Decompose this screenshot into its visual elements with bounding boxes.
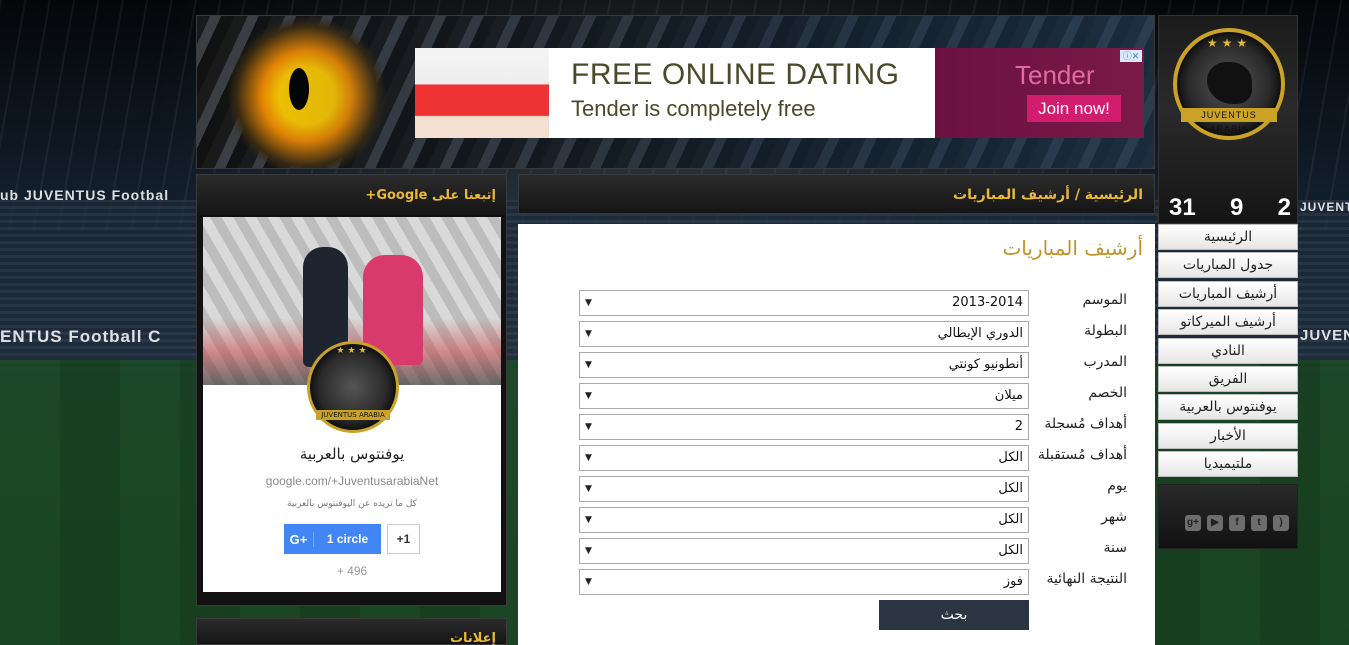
form-row-year: سنة الكل ▼ <box>518 538 1155 564</box>
ad-photo[interactable] <box>415 48 549 138</box>
widget-heading: إتبعنا على Google+ <box>197 175 506 215</box>
menu-item-team[interactable]: الفريق <box>1158 365 1298 392</box>
page-title: أرشيف المباريات <box>1002 236 1143 260</box>
google-plus-icon: G+ <box>284 531 314 547</box>
chevron-down-icon: ▼ <box>585 453 592 463</box>
form-row-coach: المدرب أنطونيو كونتي ▼ <box>518 352 1155 378</box>
form-row-opponent: الخصم ميلان ▼ <box>518 383 1155 409</box>
form-row-day: يوم الكل ▼ <box>518 476 1155 502</box>
form-row-goals-conceded: أهداف مُستقبلة الكل ▼ <box>518 445 1155 471</box>
form-row-season: الموسم 2013-2014 ▼ <box>518 290 1155 316</box>
menu-item-home[interactable]: الرئيسية <box>1158 224 1298 250</box>
menu-item-fixtures[interactable]: جدول المباريات <box>1158 252 1298 279</box>
background-text-left-mid: ENTUS Football C <box>0 327 162 346</box>
logo-text: JUVENTUS ARABIA <box>1181 108 1277 134</box>
background-text-right-mid: JUVENT <box>1300 327 1349 344</box>
facebook-icon[interactable]: f <box>1229 515 1245 531</box>
titles-counter: 31 9 2 <box>1159 194 1297 222</box>
google-plus-widget: إتبعنا على Google+ ★★★ JUVENTUS ARABIA ي… <box>196 174 507 606</box>
opponent-select[interactable]: ميلان ▼ <box>579 383 1029 409</box>
plus-one-button[interactable]: +1 <box>387 524 420 554</box>
form-row-goals-scored: أهداف مُسجلة 2 ▼ <box>518 414 1155 440</box>
menu-item-match-archive[interactable]: أرشيف المباريات <box>1158 280 1298 307</box>
google-plus-card: ★★★ JUVENTUS ARABIA يوفنتوس بالعربية goo… <box>203 217 501 592</box>
competition-select[interactable]: الدوري الإيطالي ▼ <box>579 321 1029 347</box>
chevron-down-icon: ▼ <box>585 329 592 339</box>
page-description: كل ما تريده عن اليوفنتوس بالعربية <box>287 499 417 509</box>
menu-item-mercato-archive[interactable]: أرشيف الميركاتو <box>1158 309 1298 336</box>
coach-select[interactable]: أنطونيو كونتي ▼ <box>579 352 1029 378</box>
chevron-down-icon: ▼ <box>585 577 592 587</box>
youtube-icon[interactable]: ▶ <box>1207 515 1223 531</box>
menu-item-news[interactable]: الأخبار <box>1158 422 1298 449</box>
ad-info-icon[interactable]: ⓘ✕ <box>1120 50 1142 62</box>
zebra-icon <box>1207 62 1252 104</box>
chevron-down-icon: ▼ <box>585 422 592 432</box>
chevron-down-icon: ▼ <box>585 298 592 308</box>
page-url[interactable]: google.com/+JuventusarabiaNet <box>203 474 501 488</box>
ad-brand[interactable]: Tender <box>1015 60 1095 91</box>
form-row-competition: البطولة الدوري الإيطالي ▼ <box>518 321 1155 347</box>
form-row-month: شهر الكل ▼ <box>518 507 1155 533</box>
chevron-down-icon: ▼ <box>585 546 592 556</box>
background-text-right-top: JUVENTUS <box>1300 200 1349 214</box>
chevron-down-icon: ▼ <box>585 360 592 370</box>
search-button[interactable]: بحث <box>879 600 1029 630</box>
brand-column: ★★★ JUVENTUS ARABIA 31 9 2 الرئيسية جدول… <box>1158 15 1298 549</box>
chevron-down-icon: ▼ <box>585 484 592 494</box>
year-select[interactable]: الكل ▼ <box>579 538 1029 564</box>
season-select[interactable]: 2013-2014 ▼ <box>579 290 1029 316</box>
google-plus-icon[interactable]: g+ <box>1185 515 1201 531</box>
background-text-left-top: ub JUVENTUS Footbal <box>0 187 170 203</box>
counter-value: 2 <box>1277 194 1291 221</box>
chevron-down-icon: ▼ <box>585 515 592 525</box>
ad-join-button[interactable]: Join now! <box>1027 95 1121 122</box>
menu-item-multimedia[interactable]: ملتيميديا <box>1158 451 1298 478</box>
follow-circle-button[interactable]: G+ 1 circle <box>284 524 381 554</box>
counter-value: 31 <box>1169 194 1196 221</box>
counter-value: 9 <box>1229 194 1244 221</box>
result-select[interactable]: فوز ▼ <box>579 569 1029 595</box>
header-banner: FREE ONLINE DATING Tender is completely … <box>196 15 1155 169</box>
menu-item-club[interactable]: النادي <box>1158 337 1298 364</box>
advertisement-banner[interactable]: FREE ONLINE DATING Tender is completely … <box>415 48 1144 138</box>
twitter-icon[interactable]: t <box>1251 515 1267 531</box>
rss-icon[interactable]: ) <box>1273 515 1289 531</box>
main-menu: الرئيسية جدول المباريات أرشيف المباريات … <box>1158 224 1298 480</box>
chevron-down-icon: ▼ <box>585 391 592 401</box>
ad-subtitle[interactable]: Tender is completely free <box>571 96 935 122</box>
goals-conceded-select[interactable]: الكل ▼ <box>579 445 1029 471</box>
month-select[interactable]: الكل ▼ <box>579 507 1029 533</box>
avatar[interactable]: ★★★ JUVENTUS ARABIA <box>307 341 399 433</box>
logo-box: ★★★ JUVENTUS ARABIA 31 9 2 <box>1158 15 1298 224</box>
social-links: g+ ▶ f t ) <box>1158 484 1298 549</box>
form-row-result: النتيجة النهائية فوز ▼ <box>518 569 1155 595</box>
ad-title[interactable]: FREE ONLINE DATING <box>571 58 935 92</box>
ads-widget-heading: إعلانات <box>196 618 507 645</box>
follower-count: + 496 <box>336 564 368 578</box>
breadcrumb[interactable]: الرئيسية / أرشيف المباريات <box>518 174 1155 214</box>
menu-item-juventus-arabic[interactable]: يوفنتوس بالعربية <box>1158 394 1298 421</box>
page-name[interactable]: يوفنتوس بالعربية <box>203 445 501 463</box>
match-archive-content: أرشيف المباريات الموسم 2013-2014 ▼ البطول… <box>518 224 1155 645</box>
day-select[interactable]: الكل ▼ <box>579 476 1029 502</box>
goals-scored-select[interactable]: 2 ▼ <box>579 414 1029 440</box>
site-logo[interactable]: ★★★ JUVENTUS ARABIA <box>1173 28 1285 140</box>
circle-label: 1 circle <box>326 532 369 546</box>
